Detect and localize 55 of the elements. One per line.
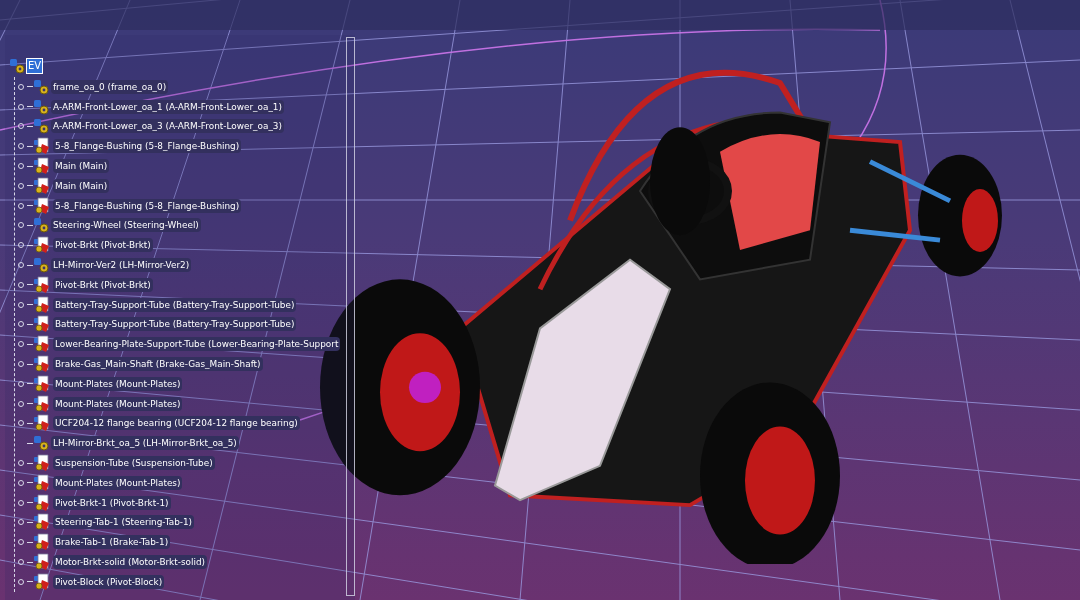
tree-item[interactable]: Brake-Tab-1 (Brake-Tab-1) bbox=[53, 535, 171, 550]
tree-item[interactable]: A-ARM-Front-Lower_oa_1 (A-ARM-Front-Lower_oa_1) bbox=[51, 99, 284, 114]
part-icon bbox=[33, 157, 51, 176]
assembly-icon bbox=[33, 78, 49, 95]
tree-item[interactable]: Main (Main) bbox=[53, 159, 110, 174]
tree-item[interactable]: Battery-Tray-Support-Tube (Battery-Tray-Support-Tube) bbox=[53, 317, 297, 332]
tree-item[interactable]: Mount-Plates (Mount-Plates) bbox=[53, 475, 183, 490]
part-icon bbox=[33, 394, 51, 413]
part-icon bbox=[33, 513, 51, 532]
tree-item[interactable]: Steering-Wheel (Steering-Wheel) bbox=[51, 218, 201, 233]
assembly-icon bbox=[33, 98, 49, 115]
vertical-scrollbar[interactable] bbox=[346, 37, 355, 596]
tree-item[interactable]: Pivot-Brkt (Pivot-Brkt) bbox=[53, 238, 153, 253]
tree-item[interactable]: Pivot-Brkt (Pivot-Brkt) bbox=[53, 277, 153, 292]
part-icon bbox=[33, 236, 51, 255]
part-icon bbox=[33, 335, 51, 354]
assembly-icon bbox=[33, 217, 49, 234]
tree-item[interactable]: UCF204-12 flange bearing (UCF204-12 flange bearing) bbox=[53, 416, 300, 431]
part-icon bbox=[33, 553, 51, 571]
tree-item[interactable]: Steering-Tab-1 (Steering-Tab-1) bbox=[53, 515, 195, 530]
assembly-icon bbox=[33, 118, 49, 135]
tree-item[interactable]: Main (Main) bbox=[53, 178, 110, 193]
tree-item[interactable]: Motor-Brkt-solid (Motor-Brkt-solid) bbox=[53, 555, 208, 569]
tree-item[interactable]: Lower-Bearing-Plate-Support-Tube (Lower-Bearing-Plate-Support bbox=[53, 337, 341, 352]
part-icon bbox=[33, 295, 51, 314]
part-icon bbox=[33, 493, 51, 512]
part-icon bbox=[33, 454, 51, 473]
part-icon bbox=[33, 414, 51, 433]
tree-item[interactable]: LH-Mirror-Ver2 (LH-Mirror-Ver2) bbox=[51, 258, 192, 273]
tree-item[interactable]: 5-8_Flange-Bushing (5-8_Flange-Bushing) bbox=[53, 139, 242, 154]
part-icon bbox=[33, 315, 51, 334]
part-icon bbox=[33, 374, 51, 393]
part-icon bbox=[33, 473, 51, 492]
tree-item[interactable]: LH-Mirror-Brkt_oa_5 (LH-Mirror-Brkt_oa_5) bbox=[51, 436, 239, 451]
tree-item[interactable]: Mount-Plates (Mount-Plates) bbox=[53, 376, 183, 391]
part-icon bbox=[33, 196, 51, 215]
tree-item[interactable]: Brake-Gas_Main-Shaft (Brake-Gas_Main-Shaft) bbox=[53, 357, 263, 372]
part-icon bbox=[33, 355, 51, 374]
assembly-icon bbox=[33, 257, 49, 274]
tree-item[interactable]: A-ARM-Front-Lower_oa_3 (A-ARM-Front-Lower_oa_3) bbox=[51, 119, 284, 134]
part-icon bbox=[33, 533, 51, 552]
tree-item[interactable]: Pivot-Block (Pivot-Block) bbox=[53, 574, 165, 589]
part-icon bbox=[33, 275, 51, 294]
assembly-icon bbox=[33, 435, 49, 452]
part-icon bbox=[33, 137, 51, 156]
tree-item[interactable]: Suspension-Tube (Suspension-Tube) bbox=[53, 456, 215, 471]
tree-item[interactable]: Mount-Plates (Mount-Plates) bbox=[53, 396, 183, 411]
part-icon bbox=[33, 572, 51, 591]
tree-item[interactable]: Pivot-Brkt-1 (Pivot-Brkt-1) bbox=[53, 495, 171, 510]
part-icon bbox=[33, 176, 51, 195]
tree-root[interactable]: EV bbox=[26, 58, 44, 74]
assembly-icon bbox=[9, 58, 25, 74]
tree-item[interactable]: Battery-Tray-Support-Tube (Battery-Tray-Support-Tube) bbox=[53, 297, 297, 312]
tree-item[interactable]: frame_oa_0 (frame_oa_0) bbox=[51, 79, 169, 94]
tree-item[interactable]: 5-8_Flange-Bushing (5-8_Flange-Bushing) bbox=[53, 198, 242, 213]
